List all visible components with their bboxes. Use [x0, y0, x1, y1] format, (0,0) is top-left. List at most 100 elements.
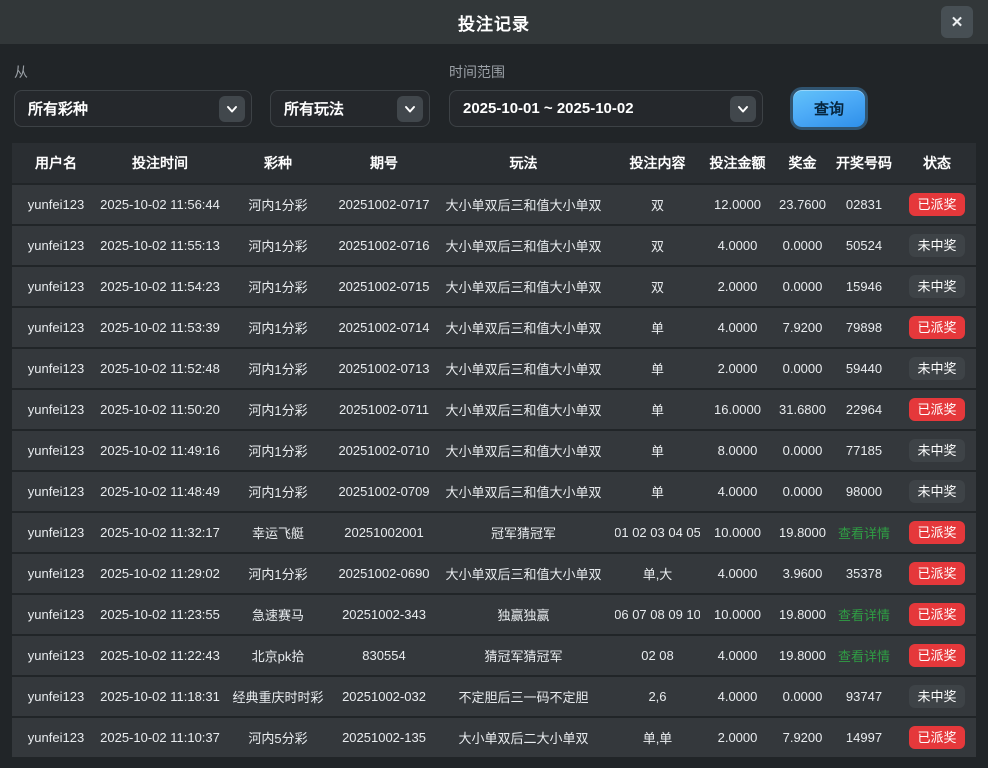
status-badge: 已派奖	[909, 521, 964, 545]
cell-username: yunfei123	[12, 636, 100, 675]
cell-issue-number: 20251002-0715	[336, 267, 432, 306]
status-badge: 未中奖	[909, 275, 964, 299]
column-header: 投注金额	[700, 143, 775, 183]
cell-status: 已派奖	[898, 308, 976, 347]
table-row: yunfei1232025-10-02 11:10:37河内5分彩2025100…	[12, 718, 976, 757]
cell-bet-content: 单	[615, 472, 700, 511]
cell-draw-numbers: 35378	[830, 554, 898, 593]
cell-bet-time: 2025-10-02 11:10:37	[100, 718, 220, 757]
date-range-selected-value: 2025-10-01 ~ 2025-10-02	[463, 100, 634, 117]
cell-lottery-type: 河内1分彩	[220, 267, 336, 306]
table-row: yunfei1232025-10-02 11:23:55急速赛马20251002…	[12, 595, 976, 634]
cell-play-method: 大小单双后三和值大小单双	[432, 267, 615, 306]
cell-bet-content: 单	[615, 431, 700, 470]
cell-bet-time: 2025-10-02 11:23:55	[100, 595, 220, 634]
cell-play-method: 大小单双后二大小单双	[432, 718, 615, 757]
cell-bet-time: 2025-10-02 11:54:23	[100, 267, 220, 306]
cell-bet-amount: 2.0000	[700, 267, 775, 306]
page-title: 投注记录	[458, 10, 530, 35]
cell-prize: 7.9200	[775, 308, 830, 347]
chevron-down-icon	[397, 96, 423, 122]
cell-prize: 0.0000	[775, 472, 830, 511]
column-header: 投注内容	[615, 143, 700, 183]
cell-draw-numbers: 15946	[830, 267, 898, 306]
cell-prize: 0.0000	[775, 226, 830, 265]
cell-play-method: 不定胆后三一码不定胆	[432, 677, 615, 716]
column-header: 奖金	[775, 143, 830, 183]
table-row: yunfei1232025-10-02 11:32:17幸运飞艇20251002…	[12, 513, 976, 552]
table-row: yunfei1232025-10-02 11:49:16河内1分彩2025100…	[12, 431, 976, 470]
view-details-link[interactable]: 查看详情	[830, 513, 898, 552]
cell-bet-amount: 2.0000	[700, 349, 775, 388]
column-header: 期号	[336, 143, 432, 183]
view-details-link[interactable]: 查看详情	[830, 595, 898, 634]
cell-draw-numbers: 98000	[830, 472, 898, 511]
cell-lottery-type: 河内1分彩	[220, 349, 336, 388]
cell-draw-numbers: 22964	[830, 390, 898, 429]
chevron-down-icon	[219, 96, 245, 122]
cell-username: yunfei123	[12, 185, 100, 224]
cell-bet-time: 2025-10-02 11:53:39	[100, 308, 220, 347]
column-header: 开奖号码	[830, 143, 898, 183]
table-header: 用户名投注时间彩种期号玩法投注内容投注金额奖金开奖号码状态	[12, 143, 976, 183]
table-row: yunfei1232025-10-02 11:53:39河内1分彩2025100…	[12, 308, 976, 347]
cell-issue-number: 20251002-0710	[336, 431, 432, 470]
column-header: 用户名	[12, 143, 100, 183]
table-row: yunfei1232025-10-02 11:55:13河内1分彩2025100…	[12, 226, 976, 265]
cell-bet-time: 2025-10-02 11:48:49	[100, 472, 220, 511]
cell-play-method: 大小单双后三和值大小单双	[432, 308, 615, 347]
cell-username: yunfei123	[12, 267, 100, 306]
bet-records-table: 用户名投注时间彩种期号玩法投注内容投注金额奖金开奖号码状态 yunfei1232…	[12, 143, 976, 757]
cell-username: yunfei123	[12, 718, 100, 757]
cell-username: yunfei123	[12, 677, 100, 716]
cell-play-method: 大小单双后三和值大小单双	[432, 349, 615, 388]
query-button[interactable]: 查询	[793, 90, 865, 127]
status-badge: 已派奖	[909, 603, 964, 627]
close-button[interactable]: ✕	[941, 6, 973, 38]
date-range-select[interactable]: 2025-10-01 ~ 2025-10-02	[449, 90, 763, 127]
cell-issue-number: 20251002001	[336, 513, 432, 552]
cell-issue-number: 20251002-0713	[336, 349, 432, 388]
cell-status: 未中奖	[898, 431, 976, 470]
cell-prize: 0.0000	[775, 677, 830, 716]
cell-bet-content: 单	[615, 390, 700, 429]
cell-bet-amount: 4.0000	[700, 226, 775, 265]
play-method-select[interactable]: 所有玩法	[270, 90, 430, 127]
cell-bet-amount: 2.0000	[700, 718, 775, 757]
lottery-type-selected-value: 所有彩种	[28, 98, 88, 119]
status-badge: 未中奖	[909, 439, 964, 463]
cell-lottery-type: 北京pk拾	[220, 636, 336, 675]
lottery-type-select[interactable]: 所有彩种	[14, 90, 252, 127]
cell-prize: 19.8000	[775, 513, 830, 552]
cell-bet-time: 2025-10-02 11:18:31	[100, 677, 220, 716]
status-badge: 已派奖	[909, 726, 964, 750]
cell-bet-amount: 10.0000	[700, 513, 775, 552]
table-row: yunfei1232025-10-02 11:18:31经典重庆时时彩20251…	[12, 677, 976, 716]
cell-prize: 3.9600	[775, 554, 830, 593]
cell-bet-content: 06 07 08 09 10	[615, 595, 700, 634]
cell-prize: 7.9200	[775, 718, 830, 757]
cell-username: yunfei123	[12, 431, 100, 470]
table-row: yunfei1232025-10-02 11:56:44河内1分彩2025100…	[12, 185, 976, 224]
cell-bet-amount: 4.0000	[700, 636, 775, 675]
cell-bet-time: 2025-10-02 11:29:02	[100, 554, 220, 593]
cell-bet-content: 双	[615, 185, 700, 224]
cell-status: 未中奖	[898, 472, 976, 511]
cell-lottery-type: 河内1分彩	[220, 390, 336, 429]
cell-bet-amount: 4.0000	[700, 554, 775, 593]
cell-bet-time: 2025-10-02 11:52:48	[100, 349, 220, 388]
cell-issue-number: 20251002-135	[336, 718, 432, 757]
cell-issue-number: 20251002-0716	[336, 226, 432, 265]
cell-lottery-type: 河内1分彩	[220, 226, 336, 265]
view-details-link[interactable]: 查看详情	[830, 636, 898, 675]
cell-issue-number: 20251002-343	[336, 595, 432, 634]
cell-status: 已派奖	[898, 513, 976, 552]
cell-status: 未中奖	[898, 349, 976, 388]
cell-prize: 23.7600	[775, 185, 830, 224]
cell-play-method: 独赢独赢	[432, 595, 615, 634]
cell-bet-time: 2025-10-02 11:56:44	[100, 185, 220, 224]
cell-bet-amount: 4.0000	[700, 472, 775, 511]
cell-play-method: 大小单双后三和值大小单双	[432, 472, 615, 511]
filter-labels-row: 从 时间范围	[14, 62, 974, 82]
chevron-down-icon	[730, 96, 756, 122]
